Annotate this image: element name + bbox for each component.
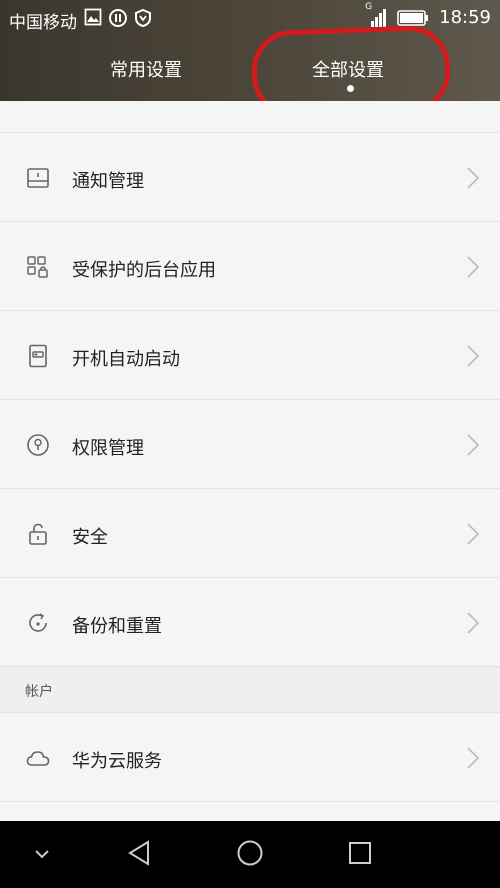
list-item-label: 权限管理 [72,438,144,459]
list-item-label: 备份和重置 [72,616,162,637]
notification-icon [27,168,49,188]
protected-apps-icon [27,256,48,278]
permission-icon [27,434,49,456]
battery-icon [397,9,429,26]
section-header-label: 帐户 [25,684,53,700]
autostart-icon [29,344,47,368]
chevron-right-icon [467,612,480,634]
backup-icon [29,613,47,632]
settings-list: 通知管理 受保护的后台应用 开机自动启动 权限管理 安全 备份和重置 帐户 华为… [0,101,500,821]
back-icon[interactable] [126,839,152,867]
status-right: G 18:59 [365,2,491,29]
carrier-label: 中国移动 [9,13,77,33]
cloud-icon [26,751,50,766]
chevron-right-icon [467,747,480,769]
list-item-label: 开机自动启动 [72,349,180,370]
list-item-protected-apps[interactable]: 受保护的后台应用 [0,222,500,311]
hide-navbar-chevron-icon[interactable] [33,847,51,861]
vpn-shield-icon [135,8,151,28]
list-item-label: 华为云服务 [72,751,162,772]
home-icon[interactable] [236,839,264,867]
list-item-permission[interactable]: 权限管理 [0,400,500,489]
section-header-account: 帐户 [0,667,500,713]
list-item-notification[interactable]: 通知管理 [0,133,500,222]
recent-apps-icon[interactable] [348,841,372,865]
list-item-security[interactable]: 安全 [0,489,500,578]
list-item-backup-reset[interactable]: 备份和重置 [0,578,500,667]
list-item-label: 受保护的后台应用 [72,260,216,281]
clock: 18:59 [439,7,491,28]
list-spacer [0,101,500,133]
list-item-huawei-cloud[interactable]: 华为云服务 [0,713,500,802]
chevron-right-icon [467,256,480,278]
chevron-right-icon [467,167,480,189]
signal-icon: G [365,2,387,28]
gallery-icon [84,8,102,26]
lock-icon [29,523,47,545]
chevron-right-icon [467,434,480,456]
pause-circle-icon [109,9,127,27]
navigation-bar [0,821,500,888]
tab-common-settings[interactable]: 常用设置 [110,56,182,82]
chevron-right-icon [467,523,480,545]
list-item-label: 安全 [72,527,108,548]
status-icons [84,8,152,28]
list-item-label: 通知管理 [72,171,144,192]
chevron-right-icon [467,345,480,367]
list-item-autostart[interactable]: 开机自动启动 [0,311,500,400]
